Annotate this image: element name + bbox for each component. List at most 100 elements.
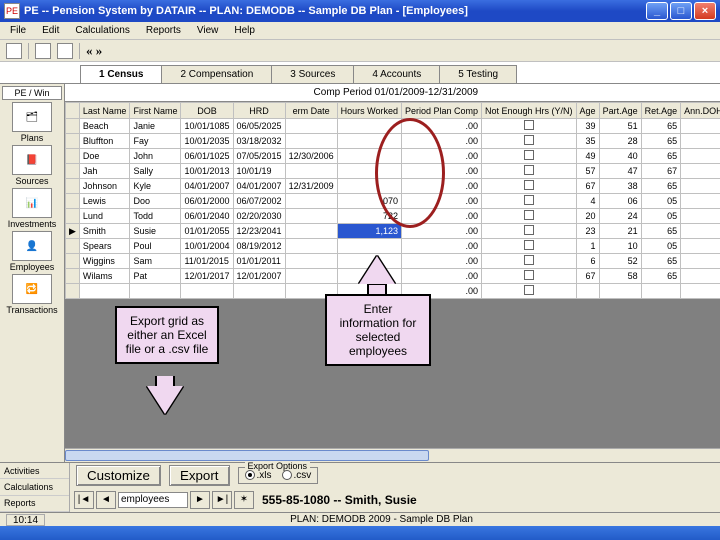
grid-cell[interactable]: 39 [576,119,599,134]
grid-header[interactable]: DOB [181,103,233,119]
grid-cell[interactable] [285,224,337,239]
sidebar-item-employees[interactable]: 👤 Employees [0,231,64,272]
grid-cell[interactable]: Kyle [130,179,181,194]
grid-cell[interactable] [285,119,337,134]
grid-cell-checkbox[interactable] [482,269,577,284]
grid-cell[interactable]: 23 [576,224,599,239]
grid-cell[interactable] [681,179,720,194]
radio-csv[interactable]: .csv [282,470,312,481]
grid-cell[interactable] [681,254,720,269]
tab-name-input[interactable] [118,492,188,508]
grid-cell[interactable] [681,134,720,149]
grid-cell[interactable]: Lund [79,209,130,224]
grid-header[interactable]: Age [576,103,599,119]
toolbar-icon-3[interactable] [57,43,73,59]
grid-cell[interactable]: 65 [641,149,681,164]
nav-next[interactable]: ► [190,491,210,509]
grid-header[interactable]: Part.Age [599,103,641,119]
grid-header[interactable]: Ann.DOH [681,103,720,119]
grid-header[interactable]: Hours Worked [337,103,401,119]
grid-cell-checkbox[interactable] [482,149,577,164]
grid-cell[interactable] [681,269,720,284]
grid-cell[interactable]: 05 [641,209,681,224]
grid-cell[interactable]: Doo [130,194,181,209]
grid-cell[interactable]: 4 [576,194,599,209]
menu-help[interactable]: Help [228,24,261,37]
grid-cell[interactable] [681,209,720,224]
grid-cell[interactable]: Beach [79,119,130,134]
grid-cell[interactable] [181,284,233,299]
grid-cell[interactable]: Fay [130,134,181,149]
grid-cell[interactable]: 10/01/1085 [181,119,233,134]
grid-cell[interactable]: Susie [130,224,181,239]
grid-cell[interactable]: 65 [641,179,681,194]
toolbar-nav-quotes[interactable]: « » [86,43,102,59]
grid-cell[interactable]: 65 [641,269,681,284]
nav-last[interactable]: ►| [212,491,232,509]
sidebar-item-plans[interactable]: 🗂 Plans [0,102,64,143]
table-row[interactable]: SpearsPoul10/01/200408/19/2012.0011005 [66,239,720,254]
bottom-left-reports[interactable]: Reports [0,496,69,512]
table-row[interactable]: ▶SmithSusie01/01/205512/23/20411,123.002… [66,224,720,239]
grid-cell[interactable] [641,284,681,299]
sidebar-item-investments[interactable]: 📊 Investments [0,188,64,229]
grid-cell[interactable]: Wiggins [79,254,130,269]
grid-cell[interactable]: 06 [599,194,641,209]
grid-cell[interactable] [285,209,337,224]
grid-cell-checkbox[interactable] [482,209,577,224]
menu-edit[interactable]: Edit [36,24,65,37]
grid-cell[interactable]: 65 [641,134,681,149]
tab-census[interactable]: 1 Census [80,65,162,83]
grid-cell[interactable] [285,164,337,179]
grid-cell-checkbox[interactable] [482,119,577,134]
grid-cell[interactable]: 1 [576,239,599,254]
grid-cell[interactable]: 02/20/2030 [233,209,285,224]
grid-cell[interactable]: 10/01/19 [233,164,285,179]
grid-cell-checkbox[interactable] [482,284,577,299]
grid-cell[interactable]: 67 [576,179,599,194]
grid-cell[interactable]: 04/01/2007 [181,179,233,194]
grid-cell[interactable]: .00 [401,269,481,284]
grid-cell[interactable] [233,284,285,299]
grid-cell[interactable]: 47 [599,164,641,179]
grid-cell[interactable]: 12/31/2009 [285,179,337,194]
grid-cell[interactable]: 40 [599,149,641,164]
grid-cell[interactable]: 10/01/2004 [181,239,233,254]
customize-button[interactable]: Customize [76,465,161,486]
grid-cell[interactable]: 65 [641,119,681,134]
toolbar-icon-2[interactable] [35,43,51,59]
grid-header[interactable] [66,103,80,119]
sidebar-topbox[interactable]: PE / Win [2,86,62,100]
grid-cell[interactable]: 24 [599,209,641,224]
tab-sources[interactable]: 3 Sources [271,65,354,83]
grid-cell[interactable] [681,149,720,164]
menu-reports[interactable]: Reports [140,24,187,37]
grid-cell-checkbox[interactable] [482,224,577,239]
grid-cell-checkbox[interactable] [482,194,577,209]
grid-cell[interactable]: 65 [641,254,681,269]
grid-cell[interactable]: 10 [599,239,641,254]
grid-cell[interactable]: 12/01/2007 [233,269,285,284]
grid-cell[interactable]: Janie [130,119,181,134]
grid-cell[interactable] [681,164,720,179]
grid-cell[interactable]: 01/01/2011 [233,254,285,269]
grid-cell[interactable]: 07/05/2015 [233,149,285,164]
grid-cell[interactable] [285,239,337,254]
menu-calculations[interactable]: Calculations [69,24,135,37]
grid-cell[interactable]: Todd [130,209,181,224]
bottom-left-activities[interactable]: Activities [0,463,69,479]
nav-add[interactable]: ✶ [234,491,254,509]
grid-cell[interactable]: 06/01/2040 [181,209,233,224]
grid-cell[interactable]: Lewis [79,194,130,209]
grid-cell[interactable] [681,224,720,239]
grid-cell[interactable]: 08/19/2012 [233,239,285,254]
grid-cell[interactable]: 1,123 [337,224,401,239]
export-button[interactable]: Export [169,465,230,486]
grid-cell[interactable]: Bluffton [79,134,130,149]
grid-cell[interactable]: 06/01/1025 [181,149,233,164]
grid-cell[interactable]: Smith [79,224,130,239]
nav-prev[interactable]: ◄ [96,491,116,509]
grid-cell[interactable]: Jah [79,164,130,179]
grid-cell[interactable]: 67 [576,269,599,284]
grid-cell[interactable] [681,284,720,299]
